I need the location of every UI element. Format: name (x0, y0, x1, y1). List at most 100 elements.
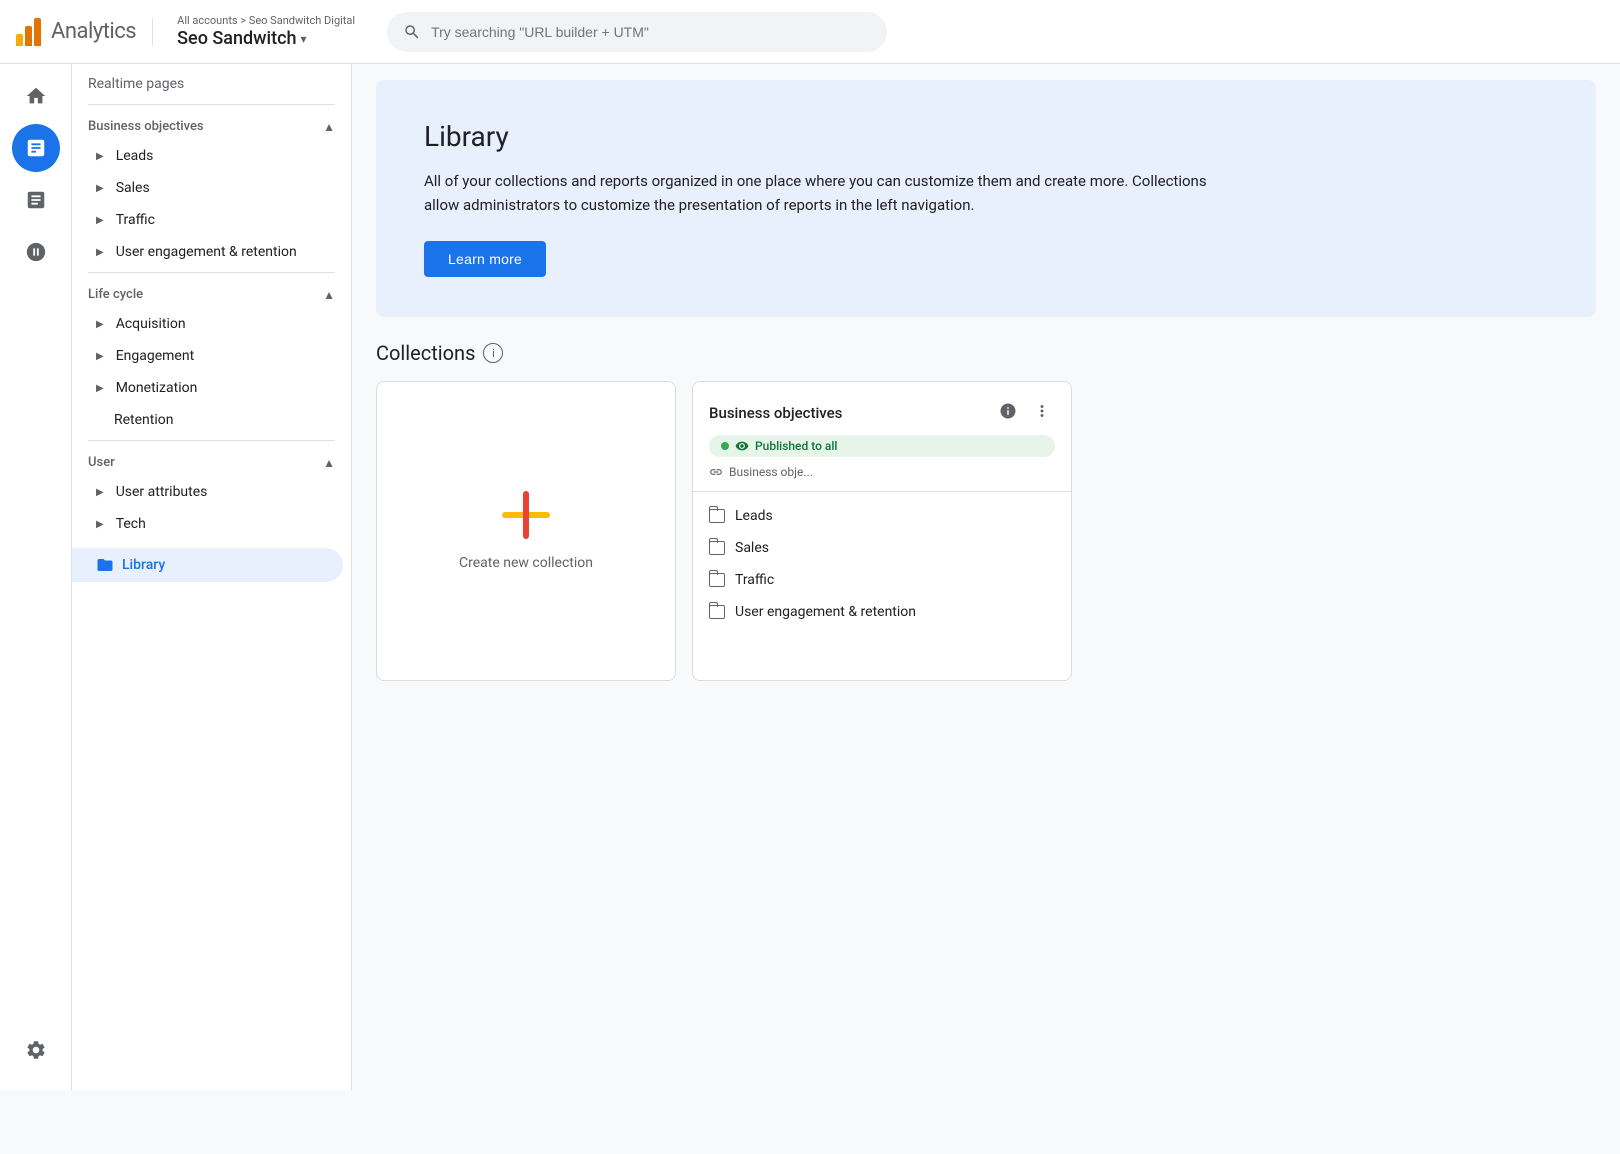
collections-grid: Create new collection Business objective… (376, 381, 1596, 681)
nav-insights-button[interactable] (12, 176, 60, 224)
sidebar-realtime-pages[interactable]: Realtime pages (72, 68, 351, 100)
chevron-right-icon: ▶ (96, 319, 104, 330)
library-banner: Library All of your collections and repo… (376, 80, 1596, 317)
folder-icon-leads (709, 509, 725, 523)
create-collection-card[interactable]: Create new collection (376, 381, 676, 681)
logo-bar-1 (16, 34, 23, 46)
account-dropdown-arrow: ▾ (301, 32, 307, 46)
business-item-leads: Leads (693, 500, 1071, 532)
business-card-sub: Business obje... (729, 465, 813, 479)
collections-section: Collections i Create new collection Busi… (352, 341, 1620, 705)
business-card-actions (995, 398, 1055, 427)
logo-section: Analytics (16, 18, 153, 46)
sidebar-item-traffic-label: Traffic (116, 212, 155, 228)
sidebar-item-engagement[interactable]: ▶ Engagement (72, 340, 343, 372)
sidebar-divider-2 (88, 272, 335, 273)
business-card-info-button[interactable] (995, 398, 1021, 427)
folder-icon-traffic (709, 573, 725, 587)
search-icon (403, 23, 421, 41)
search-bar[interactable] (387, 12, 887, 52)
sidebar-item-retention[interactable]: Retention (72, 404, 343, 436)
folder-icon-sales (709, 541, 725, 555)
nav-advertising-button[interactable] (12, 228, 60, 276)
folder-icon-user-engagement (709, 605, 725, 619)
search-input[interactable] (431, 24, 871, 40)
sidebar-chevron-lifecycle: ▲ (323, 288, 335, 302)
collections-title: Collections (376, 341, 475, 365)
nav-reports-button[interactable] (12, 124, 60, 172)
plus-icon (502, 491, 550, 539)
sidebar-section-business[interactable]: Business objectives ▲ (72, 109, 351, 140)
collections-header: Collections i (376, 341, 1596, 365)
sidebar-item-monetization-label: Monetization (116, 380, 198, 396)
more-vert-icon (1033, 402, 1051, 420)
learn-more-button[interactable]: Learn more (424, 241, 546, 277)
folder-icon (96, 556, 114, 574)
sidebar-item-user-attributes[interactable]: ▶ User attributes (72, 476, 343, 508)
badge-dot (721, 442, 729, 450)
sidebar-section-business-label: Business objectives (88, 119, 204, 134)
sidebar-item-user-engagement-label: User engagement & retention (116, 244, 297, 260)
sidebar-item-traffic[interactable]: ▶ Traffic (72, 204, 343, 236)
sidebar-section-lifecycle-label: Life cycle (88, 287, 143, 302)
logo-bar-2 (25, 26, 32, 46)
sidebar-item-retention-label: Retention (114, 412, 174, 428)
eye-icon (735, 439, 749, 453)
business-divider (693, 491, 1071, 492)
plus-vertical (523, 491, 529, 539)
info-icon (999, 402, 1017, 420)
sidebar-item-monetization[interactable]: ▶ Monetization (72, 372, 343, 404)
nav-settings-button[interactable] (12, 1026, 60, 1074)
account-name-row[interactable]: Seo Sandwitch ▾ (177, 28, 355, 49)
nav-home-button[interactable] (12, 72, 60, 120)
business-item-traffic: Traffic (693, 564, 1071, 596)
library-title: Library (424, 120, 1548, 153)
sidebar-chevron-user: ▲ (323, 456, 335, 470)
main-content: Library All of your collections and repo… (352, 64, 1620, 1090)
analytics-logo (16, 18, 41, 46)
sidebar-item-leads[interactable]: ▶ Leads (72, 140, 343, 172)
link-icon (709, 465, 723, 479)
chevron-right-icon: ▶ (96, 183, 104, 194)
business-card-header: Business objectives (693, 382, 1071, 435)
sidebar-section-lifecycle[interactable]: Life cycle ▲ (72, 277, 351, 308)
business-item-user-engagement-label: User engagement & retention (735, 604, 916, 620)
business-item-sales: Sales (693, 532, 1071, 564)
account-section[interactable]: All accounts > Seo Sandwitch Digital Seo… (169, 14, 363, 49)
sidebar-divider-1 (88, 104, 335, 105)
chevron-right-icon: ▶ (96, 215, 104, 226)
sidebar-section-user-label: User (88, 455, 115, 470)
account-path: All accounts > Seo Sandwitch Digital (177, 14, 355, 27)
sidebar-item-library-label: Library (122, 557, 165, 573)
sidebar: Realtime pages Business objectives ▲ ▶ L… (72, 64, 352, 1090)
sidebar-divider-3 (88, 440, 335, 441)
business-objectives-card: Business objectives (692, 381, 1072, 681)
sidebar-item-leads-label: Leads (116, 148, 154, 164)
business-item-user-engagement: User engagement & retention (693, 596, 1071, 628)
chevron-right-icon: ▶ (96, 383, 104, 394)
app-name: Analytics (51, 19, 136, 44)
sidebar-item-engagement-label: Engagement (116, 348, 194, 364)
sidebar-chevron-business: ▲ (323, 120, 335, 134)
business-item-sales-label: Sales (735, 540, 769, 556)
sidebar-item-acquisition-label: Acquisition (116, 316, 186, 332)
collections-info-icon[interactable]: i (483, 343, 503, 363)
business-item-leads-label: Leads (735, 508, 773, 524)
chevron-right-icon: ▶ (96, 487, 104, 498)
business-item-traffic-label: Traffic (735, 572, 774, 588)
sidebar-item-tech[interactable]: ▶ Tech (72, 508, 343, 540)
badge-label: Published to all (755, 439, 837, 453)
icon-nav (0, 64, 72, 1090)
chevron-right-icon: ▶ (96, 151, 104, 162)
chevron-right-icon: ▶ (96, 247, 104, 258)
sidebar-item-sales[interactable]: ▶ Sales (72, 172, 343, 204)
business-card-more-button[interactable] (1029, 398, 1055, 427)
chevron-right-icon: ▶ (96, 351, 104, 362)
main-layout: Realtime pages Business objectives ▲ ▶ L… (0, 64, 1620, 1090)
sidebar-item-library[interactable]: Library (72, 548, 343, 582)
sidebar-item-acquisition[interactable]: ▶ Acquisition (72, 308, 343, 340)
sidebar-item-user-engagement[interactable]: ▶ User engagement & retention (72, 236, 343, 268)
sidebar-item-tech-label: Tech (116, 516, 146, 532)
sidebar-item-user-attributes-label: User attributes (116, 484, 208, 500)
sidebar-section-user[interactable]: User ▲ (72, 445, 351, 476)
